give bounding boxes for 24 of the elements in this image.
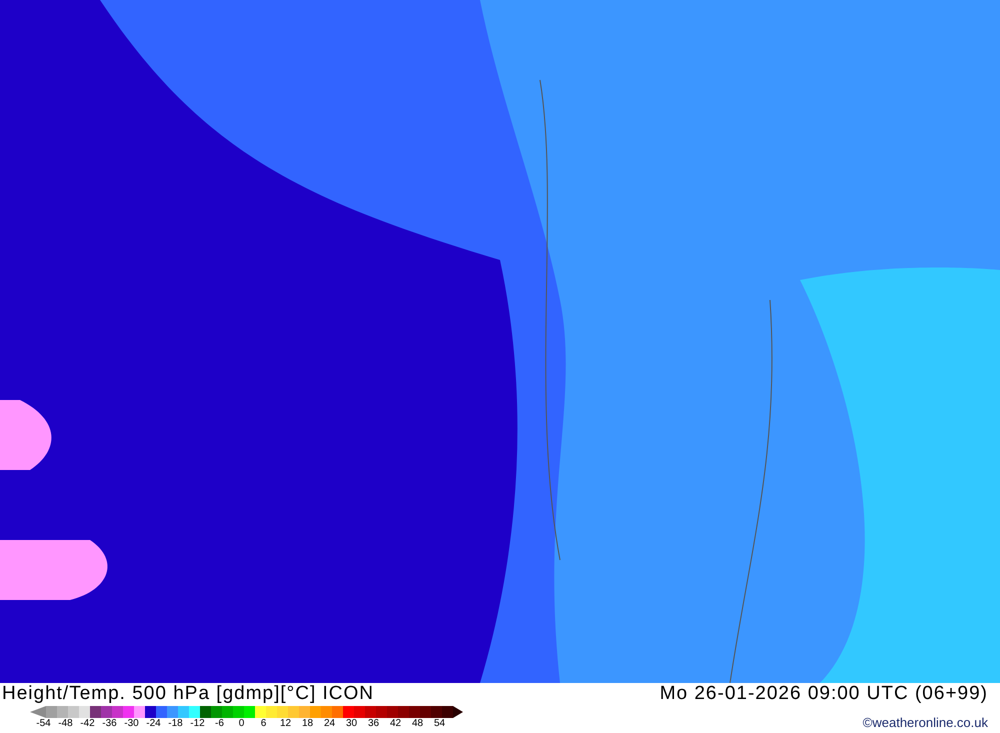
legend-tick-label: -36 xyxy=(101,718,118,730)
legend-tick-label: -30 xyxy=(123,718,140,730)
map-title: Height/Temp. 500 hPa [gdmp][°C] ICON xyxy=(2,683,376,705)
copyright-link[interactable]: ©weatheronline.co.uk xyxy=(862,715,988,731)
legend-tick-label: -24 xyxy=(145,718,162,730)
legend-tick-label: 24 xyxy=(322,718,336,730)
legend-tick-label: 48 xyxy=(410,718,424,730)
legend-tick-label: 30 xyxy=(344,718,358,730)
legend-tick-label: 12 xyxy=(278,718,292,730)
legend-tick-label: 0 xyxy=(238,718,246,730)
legend-arrow-left-icon xyxy=(30,706,46,718)
legend-arrow-right-icon xyxy=(453,706,463,718)
legend-tick-label: -42 xyxy=(79,718,96,730)
legend-tick-label: 54 xyxy=(432,718,446,730)
legend-tick-label: 18 xyxy=(300,718,314,730)
legend-tick-label: 6 xyxy=(260,718,268,730)
valid-time: Mo 26-01-2026 09:00 UTC (06+99) xyxy=(660,683,988,705)
legend-tick-label: -54 xyxy=(35,718,52,730)
legend-tick-label: -48 xyxy=(57,718,74,730)
legend-tick-label: -6 xyxy=(214,718,225,730)
legend-tick-label: -18 xyxy=(167,718,184,730)
legend-tick-label: 36 xyxy=(366,718,380,730)
legend-tick-label: -12 xyxy=(189,718,206,730)
legend-tick-label: 42 xyxy=(388,718,402,730)
